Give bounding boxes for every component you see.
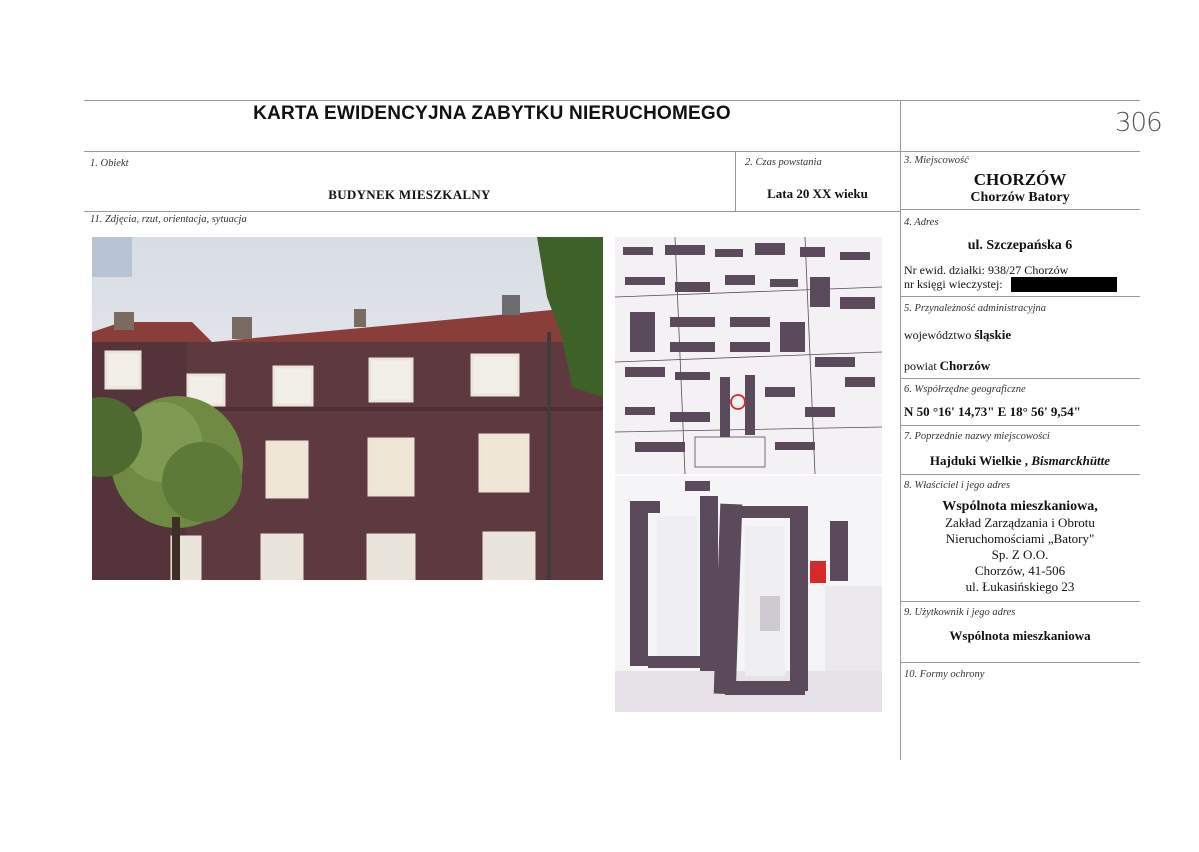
przynaleznosc-powiat: powiat Chorzów [904, 358, 990, 374]
adres-street: ul. Szczepańska 6 [967, 238, 1073, 253]
wlasciciel-line-2: Nieruchomościami „Batory" [945, 531, 1095, 546]
rule-wlasc-bottom [900, 601, 1140, 602]
rule-wspol-bottom [900, 425, 1140, 426]
formy-label: 10. Formy ochrony [904, 669, 985, 680]
czas-label: 2. Czas powstania [745, 157, 822, 168]
zdjecia-label: 11. Zdjęcia, rzut, orientacja, sytuacja [90, 214, 247, 225]
poprzednie-value2: Bismarckhütte [1031, 453, 1111, 468]
woj-value: śląskie [974, 327, 1012, 342]
site-plan [615, 476, 882, 712]
przynaleznosc-label: 5. Przynależność administracyjna [904, 303, 1047, 314]
rule-miejsc-bottom [900, 209, 1140, 210]
poprzednie-label: 7. Poprzednie nazwy miejscowości [904, 431, 1050, 442]
rule-obiekt-bottom [84, 211, 900, 212]
page-number: 306 [1115, 108, 1163, 138]
powiat-value: Chorzów [939, 358, 991, 373]
przynaleznosc-woj: województwo śląskie [904, 327, 1011, 343]
woj-prefix: województwo [904, 328, 972, 342]
building-photo [92, 237, 603, 580]
uzytkownik-label: 9. Użytkownik i jego adres [904, 607, 1016, 618]
rule-adres-bottom [900, 296, 1140, 297]
wspolrzedne-value: N 50 °16' 14,73" E 18° 56' 9,54" [904, 404, 1081, 419]
wlasciciel-line-0: Wspólnota mieszkaniowa, [942, 499, 1098, 514]
rule-poprz-bottom [900, 474, 1140, 475]
wlasciciel-line-3: Sp. Z O.O. [991, 547, 1049, 562]
wspolrzedne-label: 6. Współrzędne geograficzne [904, 384, 1026, 395]
wlasciciel-address: Wspólnota mieszkaniowa, Zakład Zarządzan… [900, 499, 1140, 595]
rule-uzytk-bottom [900, 662, 1140, 663]
adres-dzialka: Nr ewid. działki: 938/27 Chorzów [904, 263, 1069, 277]
obiekt-value: BUDYNEK MIESZKALNY [328, 187, 491, 202]
wlasciciel-label: 8. Właściciel i jego adres [904, 480, 1011, 491]
miejscowosc-label: 3. Miejscowość [904, 155, 969, 166]
poprzednie-value: Hajduki Wielkie , Bismarckhütte [900, 453, 1140, 469]
adres-label: 4. Adres [904, 217, 939, 228]
redaction-bar [1011, 277, 1117, 292]
rule-top [84, 100, 1140, 101]
miejscowosc-sub: Chorzów Batory [970, 190, 1070, 205]
miejscowosc-value: CHORZÓW [973, 170, 1067, 189]
city-map [615, 237, 882, 474]
page-title: KARTA EWIDENCYJNA ZABYTKU NIERUCHOMEGO [253, 103, 731, 124]
wlasciciel-line-4: Chorzów, 41-506 [974, 563, 1066, 578]
rule-right-1 [900, 151, 1140, 152]
obiekt-label: 1. Obiekt [90, 158, 129, 169]
adres-ksiega: nr księgi wieczystej: [904, 277, 1003, 291]
rule-v-czas [735, 151, 736, 211]
poprzednie-value1: Hajduki Wielkie , [929, 453, 1029, 468]
uzytkownik-value: Wspólnota mieszkaniowa [949, 628, 1091, 643]
rule-title-bottom [84, 151, 900, 152]
wlasciciel-line-5: ul. Łukasińskiego 23 [965, 579, 1075, 594]
powiat-prefix: powiat [904, 359, 937, 373]
rule-przyn-bottom [900, 378, 1140, 379]
czas-value: Lata 20 XX wieku [767, 186, 868, 201]
wlasciciel-line-1: Zakład Zarządzania i Obrotu [945, 515, 1095, 530]
